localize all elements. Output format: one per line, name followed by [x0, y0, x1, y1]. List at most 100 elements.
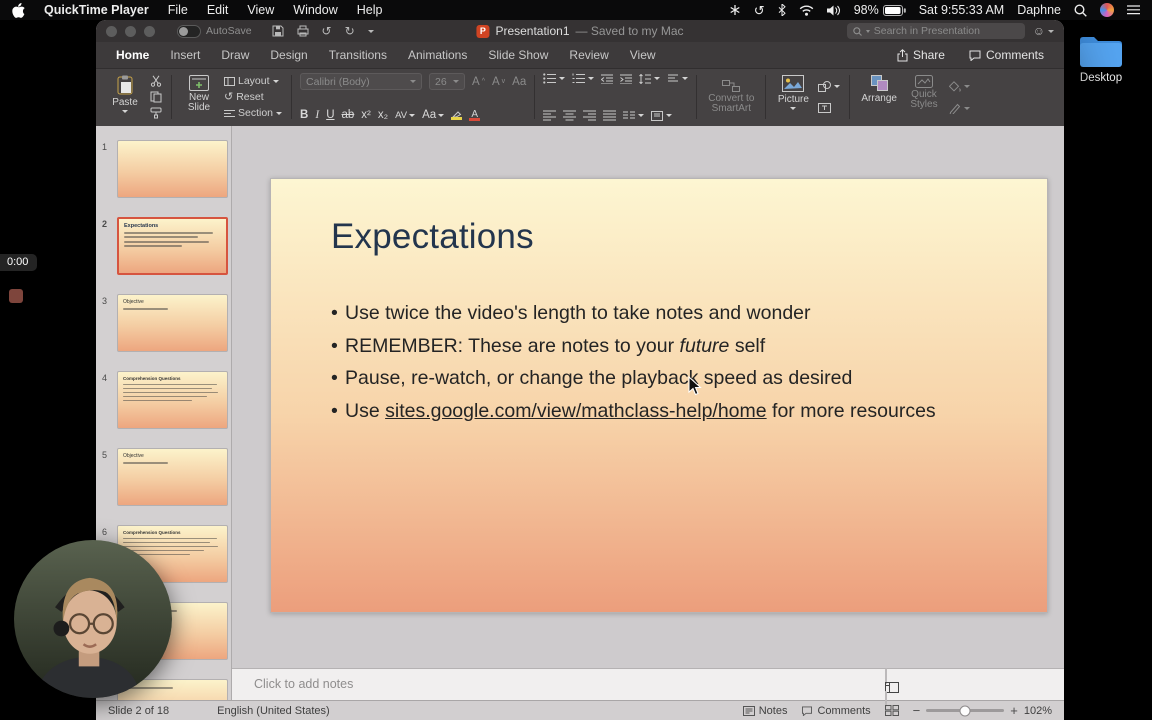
comments-button[interactable]: Comments: [969, 48, 1044, 62]
character-spacing-button[interactable]: AV: [395, 110, 416, 121]
format-painter-icon[interactable]: [150, 107, 162, 119]
font-name-combo[interactable]: Calibri (Body): [300, 73, 423, 90]
tab-review[interactable]: Review: [569, 48, 608, 62]
search-scope-chevron-icon[interactable]: [865, 29, 870, 33]
reset-button[interactable]: ↺ Reset: [224, 91, 282, 103]
tab-transitions[interactable]: Transitions: [329, 48, 387, 62]
superscript-button[interactable]: x²: [361, 109, 371, 121]
save-icon[interactable]: [272, 25, 284, 37]
webcam-overlay[interactable]: [14, 540, 172, 698]
slide-4-preview[interactable]: Comprehension Questions: [117, 371, 228, 429]
siri-icon[interactable]: [1100, 3, 1114, 17]
wifi-icon[interactable]: [799, 5, 814, 16]
fast-user-switch[interactable]: Daphne: [1017, 3, 1061, 17]
active-app-name[interactable]: QuickTime Player: [44, 3, 149, 17]
paste-button[interactable]: Paste: [106, 73, 144, 121]
indent-icon[interactable]: [620, 74, 633, 84]
settings-icon[interactable]: [729, 4, 741, 16]
quick-styles-button[interactable]: Quick Styles: [905, 73, 943, 121]
redo-icon[interactable]: ↻: [345, 25, 355, 37]
menu-edit[interactable]: Edit: [207, 3, 229, 17]
picture-button[interactable]: Picture: [774, 73, 812, 121]
slide-body-text[interactable]: • Use twice the video's length to take n…: [331, 297, 1017, 427]
slide-canvas[interactable]: Expectations • Use twice the video's len…: [270, 178, 1048, 613]
arrange-button[interactable]: Arrange: [858, 73, 900, 121]
paste-menu-chevron-icon[interactable]: [122, 110, 128, 113]
autosave-toggle[interactable]: [177, 24, 201, 38]
clear-formatting-button[interactable]: Aa: [512, 76, 526, 88]
desktop-folder-icon[interactable]: Desktop: [1072, 33, 1130, 84]
align-text-button[interactable]: [651, 110, 673, 121]
layout-button[interactable]: Layout: [224, 75, 282, 87]
zoom-button[interactable]: [144, 25, 155, 37]
shapes-button[interactable]: [818, 80, 841, 92]
share-button[interactable]: Share: [897, 48, 945, 62]
comments-toggle-button[interactable]: Comments: [801, 705, 871, 717]
underline-button[interactable]: U: [326, 109, 334, 121]
columns-button[interactable]: [623, 111, 645, 121]
slide-5-preview[interactable]: Objective: [117, 448, 228, 506]
numbering-button[interactable]: [572, 73, 595, 84]
search-field[interactable]: [846, 23, 1025, 39]
tab-home[interactable]: Home: [116, 48, 149, 62]
tab-view[interactable]: View: [630, 48, 656, 62]
shape-outline-button[interactable]: [949, 103, 970, 114]
outdent-icon[interactable]: [601, 74, 614, 84]
tab-draw[interactable]: Draw: [221, 48, 249, 62]
text-direction-button[interactable]: [667, 74, 689, 84]
print-icon[interactable]: [297, 25, 309, 37]
bluetooth-icon[interactable]: [778, 4, 786, 16]
bold-button[interactable]: B: [300, 109, 308, 121]
slide-1-preview[interactable]: [117, 140, 228, 198]
convert-to-smartart-button[interactable]: Convert to SmartArt: [705, 73, 757, 121]
strikethrough-button[interactable]: ab: [342, 109, 355, 121]
tab-slideshow[interactable]: Slide Show: [488, 48, 548, 62]
slide-title[interactable]: Expectations: [331, 217, 534, 257]
thumbnail-slide-3[interactable]: 3 Objective: [96, 294, 231, 356]
toolbar-chevron-icon[interactable]: [367, 29, 374, 33]
zoom-slider[interactable]: [926, 705, 1005, 716]
grow-font-button[interactable]: A ^: [472, 76, 485, 88]
stop-recording-button[interactable]: [9, 289, 23, 303]
change-case-button[interactable]: Aa: [422, 109, 445, 121]
volume-icon[interactable]: [826, 5, 841, 16]
picture-menu-chevron-icon[interactable]: [790, 107, 797, 110]
font-color-button[interactable]: A: [469, 109, 481, 121]
align-center-icon[interactable]: [563, 110, 577, 121]
slide-2-preview[interactable]: Expectations: [117, 217, 228, 275]
time-machine-icon[interactable]: ↺: [754, 4, 765, 17]
italic-button[interactable]: I: [315, 109, 319, 121]
shrink-font-button[interactable]: Av: [492, 76, 505, 88]
autosave-control[interactable]: AutoSave: [177, 24, 252, 38]
notes-toggle-button[interactable]: Notes: [742, 705, 787, 717]
text-box-button[interactable]: [818, 103, 840, 114]
hyperlink-text[interactable]: sites.google.com/view/mathclass-help/hom…: [385, 400, 767, 422]
tab-insert[interactable]: Insert: [170, 48, 200, 62]
zoom-in-icon[interactable]: +: [1010, 704, 1018, 717]
thumbnail-slide-2[interactable]: 2 Expectations: [96, 217, 231, 279]
tab-animations[interactable]: Animations: [408, 48, 467, 62]
close-button[interactable]: [106, 25, 117, 37]
subscript-button[interactable]: x₂: [378, 109, 388, 121]
copy-icon[interactable]: [150, 91, 162, 103]
search-input[interactable]: [873, 25, 1019, 37]
thumbnail-slide-1[interactable]: 1: [96, 140, 231, 202]
tab-design[interactable]: Design: [270, 48, 307, 62]
new-slide-button[interactable]: New Slide: [180, 73, 218, 121]
slide-3-preview[interactable]: Objective: [117, 294, 228, 352]
apple-menu-icon[interactable]: [12, 2, 25, 18]
justify-icon[interactable]: [603, 110, 617, 121]
thumbnail-slide-5[interactable]: 5 Objective: [96, 448, 231, 510]
align-right-icon[interactable]: [583, 110, 597, 121]
menu-help[interactable]: Help: [357, 3, 383, 17]
menu-clock[interactable]: Sat 9:55:33 AM: [919, 3, 1004, 17]
line-spacing-button[interactable]: [639, 73, 661, 84]
minimize-button[interactable]: [125, 25, 136, 37]
align-left-icon[interactable]: [543, 110, 557, 121]
menu-file[interactable]: File: [168, 3, 188, 17]
menu-window[interactable]: Window: [293, 3, 337, 17]
font-size-combo[interactable]: 26: [429, 73, 466, 90]
cut-icon[interactable]: [150, 75, 162, 87]
notification-center-icon[interactable]: [1127, 5, 1140, 15]
shape-fill-button[interactable]: [948, 80, 970, 92]
